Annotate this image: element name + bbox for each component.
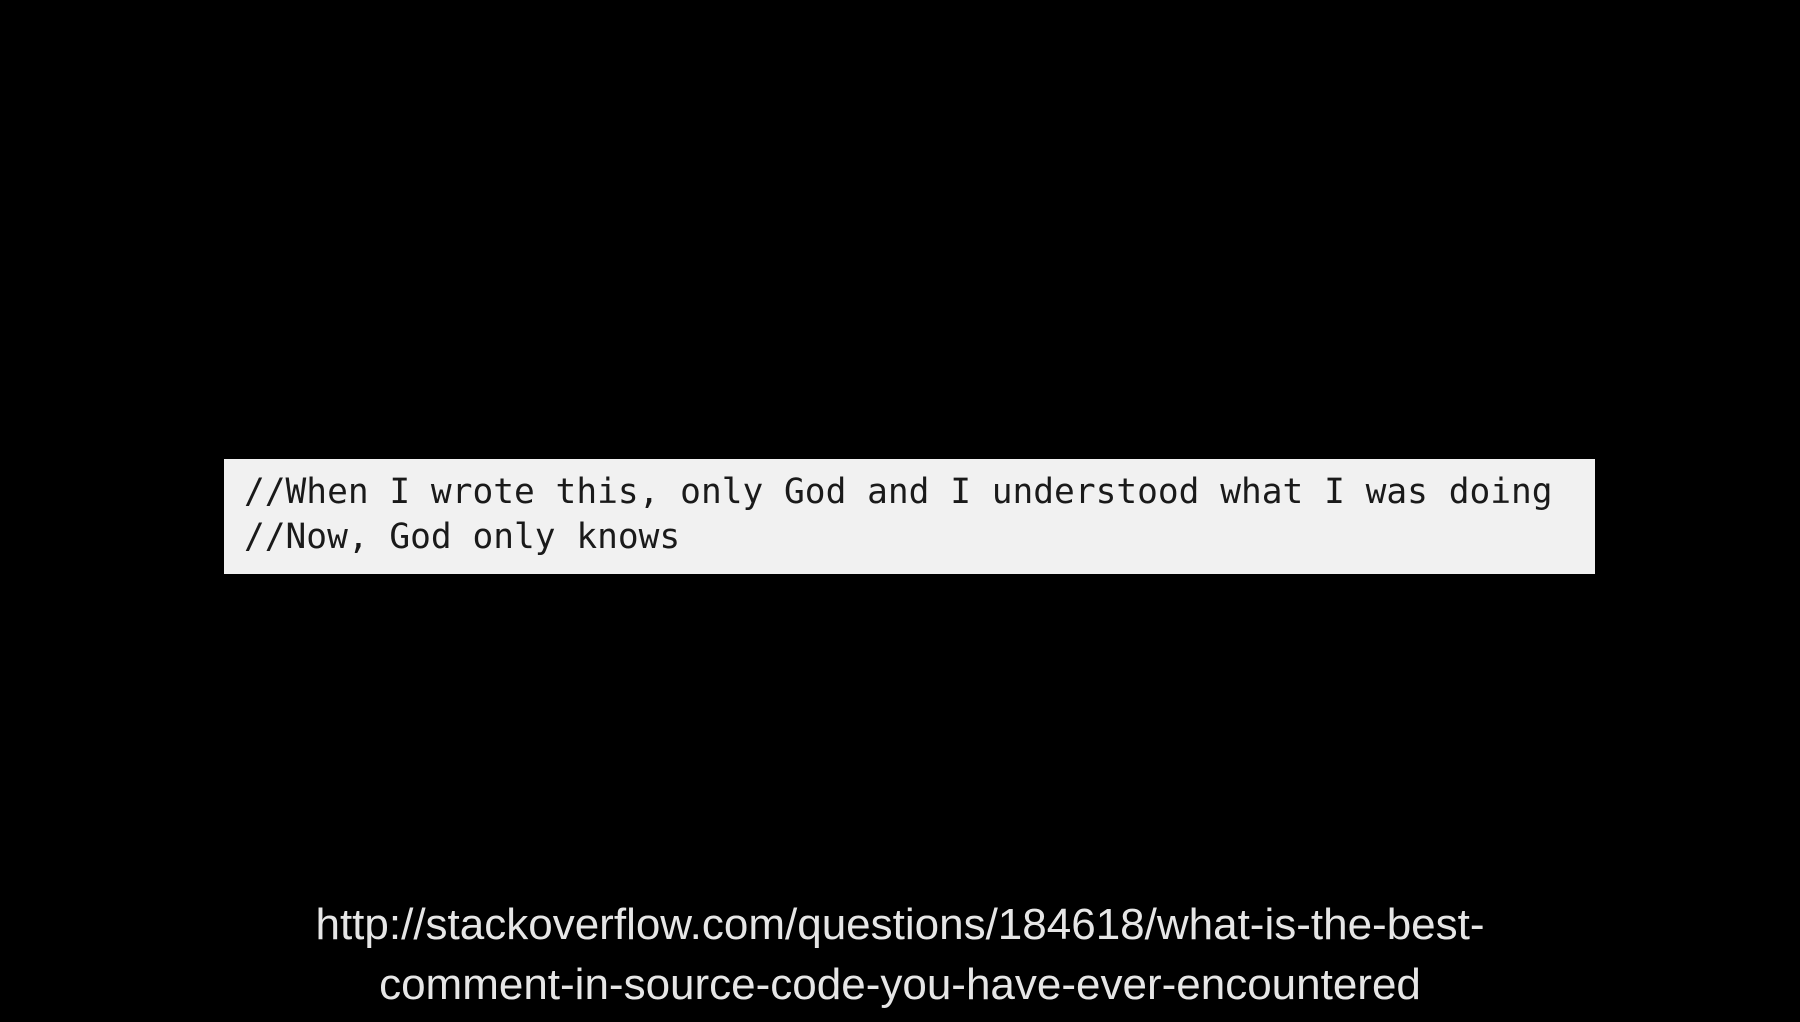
- slide: { "code_snippet": { "lines": [ "//When I…: [0, 0, 1800, 1022]
- code-comment-line-1: //When I wrote this, only God and I unde…: [244, 472, 1553, 512]
- source-url-line-1: http://stackoverflow.com/questions/18461…: [315, 900, 1485, 949]
- source-url-line-2: comment-in-source-code-you-have-ever-enc…: [379, 960, 1421, 1009]
- code-snippet-box: //When I wrote this, only God and I unde…: [224, 459, 1595, 574]
- source-url: http://stackoverflow.com/questions/18461…: [0, 895, 1800, 1015]
- code-comment-line-2: //Now, God only knows: [244, 517, 681, 557]
